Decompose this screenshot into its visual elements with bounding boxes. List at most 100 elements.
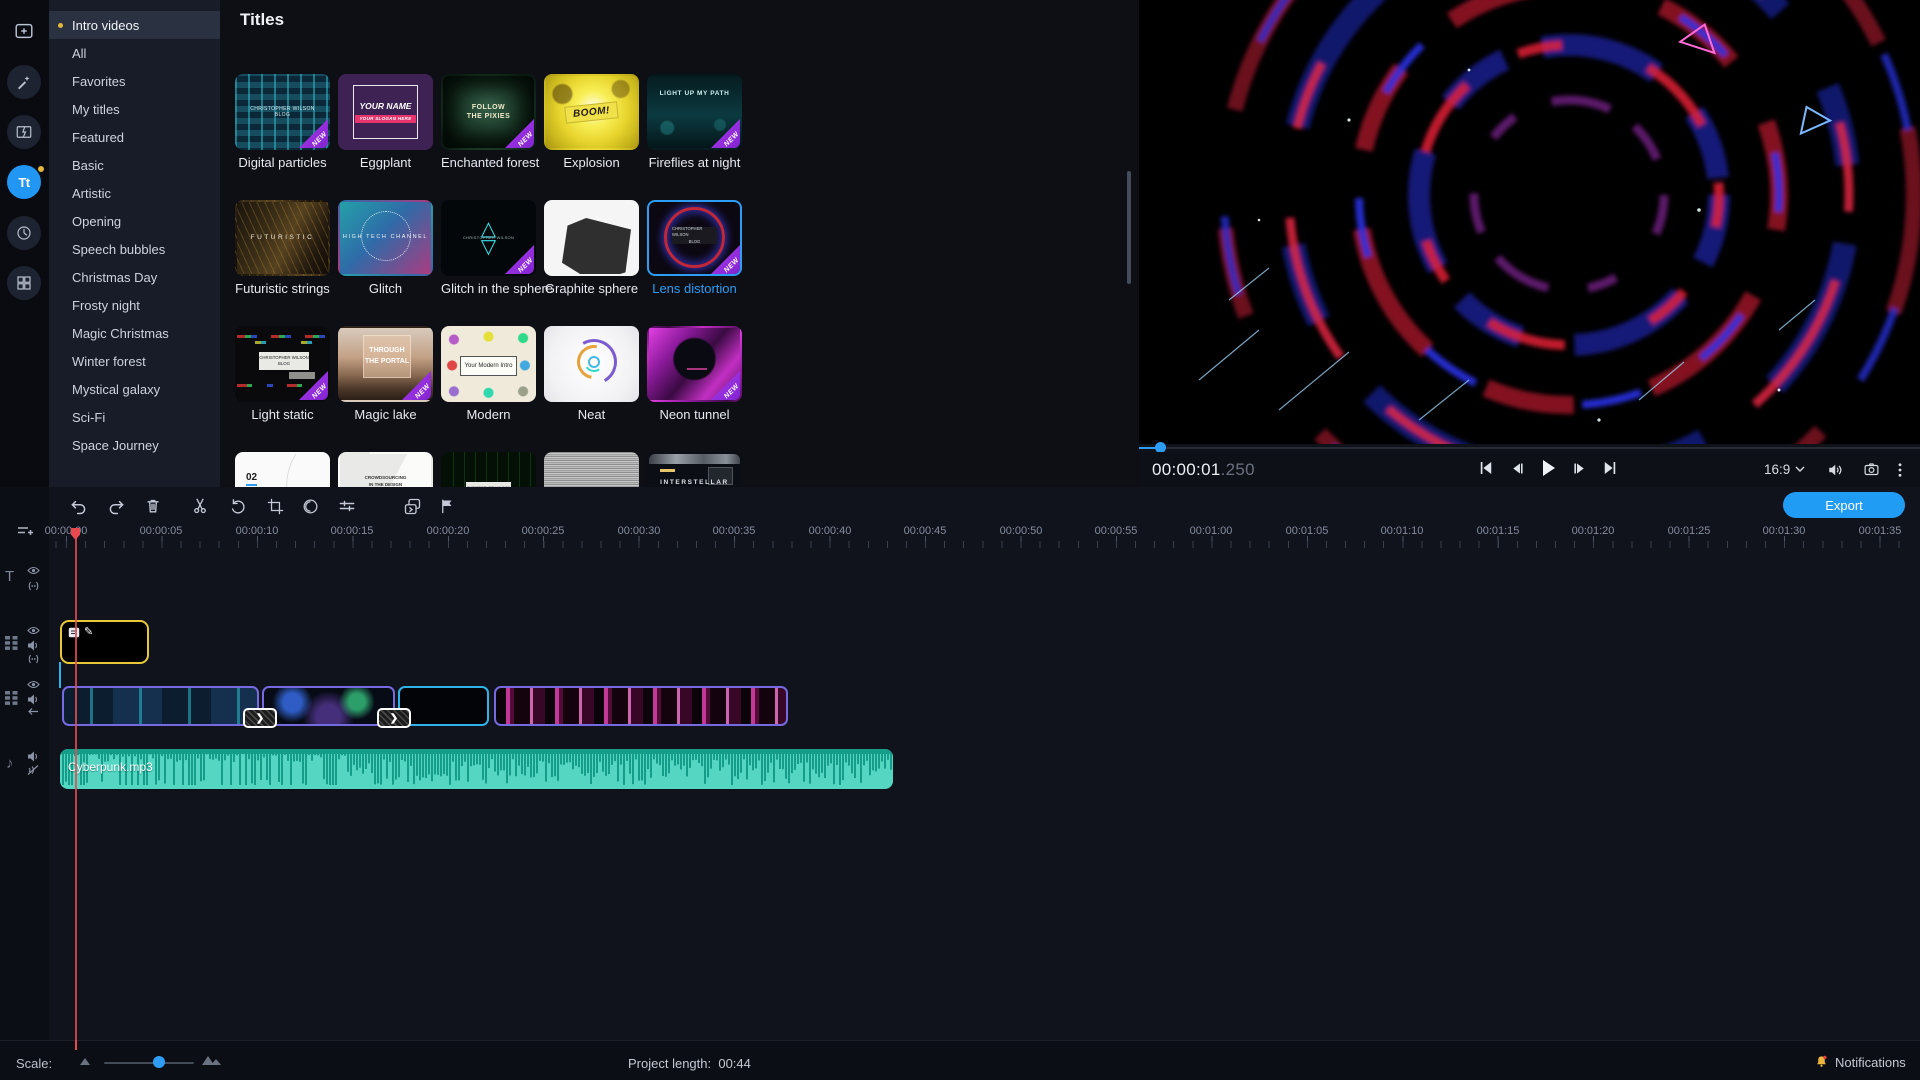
split-scissors-icon[interactable] <box>188 494 212 518</box>
title-thumbnail[interactable]: CHRISTOPHER WILSON <box>544 452 639 487</box>
title-thumbnail[interactable]: Your Modern Intro <box>441 326 536 402</box>
mute-wave-icon[interactable] <box>27 765 39 775</box>
titles-icon[interactable]: Tt <box>7 165 41 199</box>
video-clip[interactable] <box>262 686 395 726</box>
sidebar-item-magic-christmas[interactable]: Magic Christmas <box>49 319 220 347</box>
sidebar-item-all[interactable]: All <box>49 39 220 67</box>
title-thumbnail[interactable]: NEW <box>647 326 742 402</box>
more-icon[interactable] <box>1896 461 1904 479</box>
sidebar-item-sci-fi[interactable]: Sci-Fi <box>49 403 220 431</box>
sidebar-item-my-titles[interactable]: My titles <box>49 95 220 123</box>
sidebar-item-frosty-night[interactable]: Frosty night <box>49 291 220 319</box>
clock-icon[interactable] <box>7 216 41 250</box>
eye-icon[interactable] <box>27 680 40 689</box>
volume-icon[interactable] <box>1826 461 1846 479</box>
speaker-icon[interactable] <box>27 694 39 705</box>
edit-pencil-icon[interactable]: ✎ <box>84 625 93 638</box>
title-item-futuristic-strings[interactable]: FUTURISTIC Futuristic strings <box>235 200 330 296</box>
frame-forward-icon[interactable] <box>1567 455 1591 481</box>
sidebar-item-artistic[interactable]: Artistic <box>49 179 220 207</box>
magic-wand-icon[interactable] <box>7 65 41 99</box>
sidebar-item-opening[interactable]: Opening <box>49 207 220 235</box>
scale-slider-handle[interactable] <box>153 1056 165 1068</box>
title-thumbnail[interactable]: CHRISTOPHER WILSONBLOG NEW <box>235 326 330 402</box>
title-thumbnail[interactable]: CROWDSOURCINGIN THE DESIGN <box>338 452 433 487</box>
redo-icon[interactable] <box>104 494 128 518</box>
sidebar-item-featured[interactable]: Featured <box>49 123 220 151</box>
title-thumbnail[interactable]: 02 <box>235 452 330 487</box>
sidebar-item-space-journey[interactable]: Space Journey <box>49 431 220 459</box>
eye-icon[interactable] <box>27 626 40 635</box>
arrow-left-icon[interactable] <box>27 707 39 716</box>
video-clip[interactable] <box>494 686 788 726</box>
title-item-partial[interactable]: CROWDSOURCINGIN THE DESIGN <box>338 452 433 487</box>
title-item-lens-distortion[interactable]: CHRISTOPHER WILSONBLOG NEW Lens distorti… <box>647 200 742 296</box>
color-adjustments-icon[interactable] <box>298 494 322 518</box>
transitions-icon[interactable] <box>7 115 41 149</box>
zoom-out-icon[interactable] <box>80 1058 90 1065</box>
undo-icon[interactable] <box>66 494 90 518</box>
title-item-partial[interactable]: 02 <box>235 452 330 487</box>
title-item-light-static[interactable]: CHRISTOPHER WILSONBLOG NEW Light static <box>235 326 330 422</box>
title-item-partial[interactable]: CHRISTOPHER WILSON <box>441 452 536 487</box>
sidebar-item-favorites[interactable]: Favorites <box>49 67 220 95</box>
link-icon[interactable] <box>27 581 40 591</box>
more-tools-icon[interactable] <box>7 266 41 300</box>
title-item-neon-tunnel[interactable]: NEW Neon tunnel <box>647 326 742 422</box>
link-icon[interactable] <box>27 654 40 664</box>
title-thumbnail[interactable]: CHRISTOPHER WILSONBLOG NEW <box>235 74 330 150</box>
title-thumbnail[interactable]: INTERSTELLAR <box>647 452 742 487</box>
rotate-icon[interactable] <box>226 494 250 518</box>
clip-properties-icon[interactable] <box>335 494 359 518</box>
title-item-eggplant[interactable]: YOUR NAMEYOUR SLOGAN HERE Eggplant <box>338 74 433 170</box>
scale-slider-track[interactable] <box>104 1062 194 1064</box>
title-thumbnail[interactable]: HIGH TECH CHANNEL <box>338 200 433 276</box>
skip-start-icon[interactable] <box>1474 455 1498 481</box>
seek-track[interactable] <box>1139 447 1920 449</box>
export-button[interactable]: Export <box>1783 492 1905 518</box>
notifications-button[interactable]: Notifications <box>1814 1054 1906 1070</box>
aspect-ratio-select[interactable]: 16:9 <box>1764 462 1805 477</box>
zoom-in-icon[interactable] <box>211 1059 221 1065</box>
title-item-magic-lake[interactable]: THROUGH THE PORTAL NEW Magic lake <box>338 326 433 422</box>
video-clip[interactable] <box>62 686 259 726</box>
title-item-explosion[interactable]: BOOM! Explosion <box>544 74 639 170</box>
title-thumbnail[interactable]: △ CHRISTOPHER WILSON ▽ NEW <box>441 200 536 276</box>
playhead[interactable] <box>75 536 77 1050</box>
title-item-glitch[interactable]: HIGH TECH CHANNEL Glitch <box>338 200 433 296</box>
sidebar-item-mystical-galaxy[interactable]: Mystical galaxy <box>49 375 220 403</box>
skip-end-icon[interactable] <box>1598 455 1622 481</box>
title-item-modern[interactable]: Your Modern Intro Modern <box>441 326 536 422</box>
title-thumbnail-selected[interactable]: CHRISTOPHER WILSONBLOG NEW <box>647 200 742 276</box>
snapshot-icon[interactable] <box>1862 461 1881 479</box>
eye-icon[interactable] <box>27 566 40 575</box>
delete-icon[interactable] <box>141 494 165 518</box>
video-clip[interactable] <box>398 686 489 726</box>
title-item-glitch-in-the-sphere[interactable]: △ CHRISTOPHER WILSON ▽ NEW Glitch in the… <box>441 200 536 296</box>
title-thumbnail[interactable]: YOUR NAMEYOUR SLOGAN HERE <box>338 74 433 150</box>
ruler-minor-ticks[interactable] <box>49 541 1911 548</box>
frame-back-icon[interactable] <box>1505 455 1529 481</box>
speaker-icon[interactable] <box>27 640 39 651</box>
marker-flag-icon[interactable] <box>435 494 459 518</box>
title-item-digital-particles[interactable]: CHRISTOPHER WILSONBLOG NEW Digital parti… <box>235 74 330 170</box>
crop-icon[interactable] <box>263 494 287 518</box>
title-item-graphite-sphere[interactable]: Graphite sphere <box>544 200 639 296</box>
title-thumbnail[interactable]: LIGHT UP MY PATH NEW <box>647 74 742 150</box>
sidebar-item-winter-forest[interactable]: Winter forest <box>49 347 220 375</box>
title-thumbnail[interactable] <box>544 200 639 276</box>
add-track-icon[interactable] <box>13 520 37 544</box>
sidebar-item-intro-videos[interactable]: Intro videos <box>49 11 220 39</box>
title-item-fireflies-at-night[interactable]: LIGHT UP MY PATH NEW Fireflies at night <box>647 74 742 170</box>
speaker-icon[interactable] <box>27 751 39 762</box>
title-item-enchanted-forest[interactable]: FOLLOWTHE PIXIES NEW Enchanted forest <box>441 74 536 170</box>
video-preview[interactable] <box>1139 0 1920 444</box>
sidebar-item-basic[interactable]: Basic <box>49 151 220 179</box>
overlap-icon[interactable] <box>400 494 424 518</box>
sidebar-item-christmas-day[interactable]: Christmas Day <box>49 263 220 291</box>
transition-badge[interactable]: ❯ <box>377 708 411 728</box>
import-icon[interactable] <box>7 14 41 48</box>
title-thumbnail[interactable] <box>544 326 639 402</box>
audio-clip[interactable]: Cyberpunk.mp3 <box>60 749 893 789</box>
title-thumbnail[interactable]: BOOM! <box>544 74 639 150</box>
